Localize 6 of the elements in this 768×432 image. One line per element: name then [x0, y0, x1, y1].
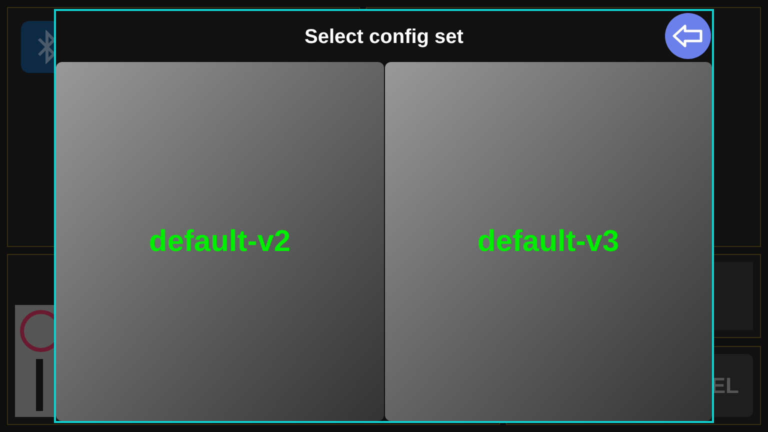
dialog-title: Select config set [304, 24, 464, 50]
back-button[interactable] [665, 13, 711, 59]
left-arrow-icon [672, 24, 704, 48]
config-option[interactable]: default-v3 [384, 62, 712, 421]
bluetooth-icon [37, 30, 57, 64]
config-option[interactable]: default-v2 [56, 62, 384, 421]
